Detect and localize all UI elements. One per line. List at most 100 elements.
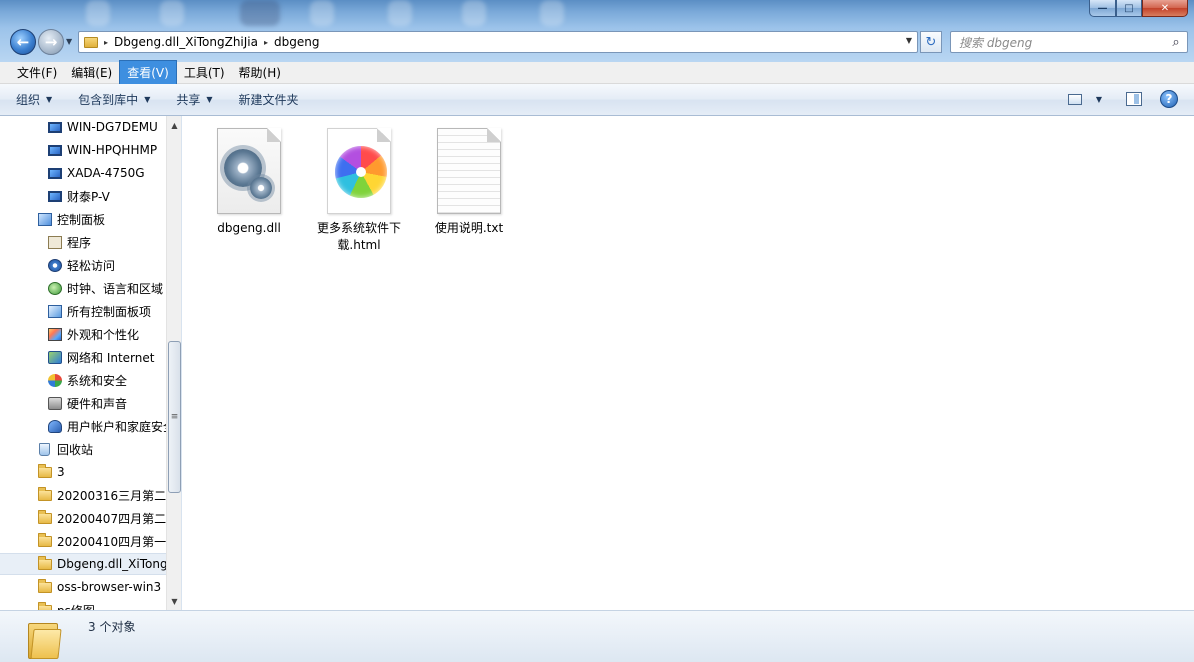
include-in-library-button[interactable]: 包含到库中 ▼ — [78, 91, 150, 108]
folder-icon — [38, 532, 52, 547]
scroll-down-button[interactable]: ▼ — [167, 594, 181, 608]
nav-item-label: oss-browser-win3 — [57, 580, 162, 594]
address-dropdown[interactable]: ▼ — [906, 36, 912, 45]
navigation-scrollbar[interactable]: ▲ ≡ ▼ — [166, 116, 181, 610]
nav-item-ease-of-access[interactable]: 轻松访问 — [0, 254, 166, 276]
file-list[interactable]: dbgeng.dll 更多系统软件下载.html 使用说明.txt — [183, 116, 1194, 610]
file-name: 更多系统软件下载.html — [316, 221, 401, 252]
menu-edit[interactable]: 编辑(E) — [64, 61, 119, 84]
system-security-icon — [48, 373, 62, 387]
menu-tools[interactable]: 工具(T) — [177, 61, 232, 84]
nav-item-folder[interactable]: ps修图 — [0, 599, 166, 610]
menu-view[interactable]: 查看(V) — [119, 60, 177, 85]
nav-item-network[interactable]: 网络和 Internet — [0, 346, 166, 368]
maximize-button[interactable]: □ — [1116, 0, 1142, 17]
nav-item-computer[interactable]: WIN-HPQHHMP — [0, 139, 166, 161]
gear-icon — [250, 177, 272, 199]
nav-item-control-panel[interactable]: 控制面板 — [0, 208, 166, 230]
chevron-down-icon: ▼ — [46, 95, 53, 104]
breadcrumb-separator[interactable]: ▸ — [264, 38, 268, 47]
nav-item-system-security[interactable]: 系统和安全 — [0, 369, 166, 391]
search-icon[interactable]: ⌕ — [1165, 35, 1187, 50]
search-input[interactable]: 搜索 dbgeng — [959, 34, 1165, 51]
change-view-icon[interactable] — [1067, 93, 1082, 105]
refresh-button[interactable]: ↻ — [920, 31, 942, 53]
new-folder-button[interactable]: 新建文件夹 — [239, 91, 299, 108]
organize-label: 组织 — [16, 93, 41, 107]
nav-item-label: 20200316三月第二 — [57, 488, 166, 503]
glass-reflection — [540, 0, 564, 26]
include-in-library-label: 包含到库中 — [78, 93, 139, 107]
nav-item-folder[interactable]: 20200410四月第一 — [0, 530, 166, 552]
scrollbar-thumb[interactable]: ≡ — [168, 341, 181, 493]
nav-item-label: WIN-HPQHHMP — [67, 143, 158, 157]
glass-reflection — [240, 0, 280, 26]
monitor-icon — [48, 190, 62, 202]
nav-item-folder-selected[interactable]: Dbgeng.dll_XiTongZhiJia — [0, 553, 166, 575]
status-bar: 3 个对象 — [0, 610, 1194, 662]
network-icon — [48, 350, 62, 364]
command-bar: 组织 ▼ 包含到库中 ▼ 共享 ▼ 新建文件夹 ▼ ? — [0, 84, 1194, 116]
nav-item-label: 系统和安全 — [67, 373, 128, 388]
nav-item-hardware-sound[interactable]: 硬件和声音 — [0, 392, 166, 414]
nav-item-label: 用户帐户和家庭安全 — [67, 419, 166, 434]
forward-button[interactable]: → — [38, 29, 64, 55]
share-button[interactable]: 共享 ▼ — [176, 91, 212, 108]
nav-item-all-control-panel[interactable]: 所有控制面板项 — [0, 300, 166, 322]
browser-html-icon — [327, 128, 391, 214]
folder-large-icon — [28, 619, 62, 659]
file-item-html[interactable]: 更多系统软件下载.html — [309, 128, 409, 254]
nav-item-recycle-bin[interactable]: 回收站 — [0, 438, 166, 460]
back-button[interactable]: ← — [10, 29, 36, 55]
nav-item-label: 所有控制面板项 — [67, 304, 152, 319]
file-item-txt[interactable]: 使用说明.txt — [419, 128, 519, 237]
nav-item-label: 控制面板 — [57, 212, 106, 227]
breadcrumb-segment[interactable]: dbgeng — [274, 35, 319, 49]
nav-item-computer[interactable]: 财泰P-V — [0, 185, 166, 207]
navigation-pane: WIN-DG7DEMU WIN-HPQHHMP XADA-4750G 财泰P-V… — [0, 116, 182, 610]
nav-item-folder[interactable]: 20200407四月第二 — [0, 507, 166, 529]
nav-item-folder[interactable]: 20200316三月第二 — [0, 484, 166, 506]
breadcrumb-separator[interactable]: ▸ — [104, 38, 108, 47]
nav-item-folder[interactable]: oss-browser-win3 — [0, 576, 166, 598]
nav-item-programs[interactable]: 程序 — [0, 231, 166, 253]
preview-pane-icon[interactable] — [1126, 92, 1142, 106]
file-name: 使用说明.txt — [434, 221, 504, 235]
nav-item-user-accounts[interactable]: 用户帐户和家庭安全 — [0, 415, 166, 437]
folder-icon — [38, 486, 52, 501]
nav-item-label: 网络和 Internet — [67, 350, 155, 365]
nav-item-computer[interactable]: WIN-DG7DEMU — [0, 116, 166, 138]
arrow-left-icon: ← — [16, 33, 30, 51]
view-options-dropdown[interactable]: ▼ — [1096, 95, 1102, 104]
refresh-icon: ↻ — [925, 34, 937, 50]
nav-item-computer[interactable]: XADA-4750G — [0, 162, 166, 184]
clock-region-icon — [48, 281, 62, 295]
nav-item-label: 回收站 — [57, 442, 94, 457]
menu-file[interactable]: 文件(F) — [10, 61, 64, 84]
nav-item-folder[interactable]: 3 — [0, 461, 166, 483]
glass-reflection — [388, 0, 412, 26]
programs-icon — [48, 235, 62, 249]
glass-reflection — [462, 0, 486, 26]
text-file-icon — [437, 128, 501, 214]
close-button[interactable]: ✕ — [1142, 0, 1188, 17]
help-icon[interactable]: ? — [1160, 90, 1178, 108]
scroll-up-button[interactable]: ▲ — [167, 118, 181, 132]
recycle-bin-icon — [39, 442, 50, 456]
search-box[interactable]: 搜索 dbgeng ⌕ — [950, 31, 1188, 53]
folder-icon — [38, 509, 52, 524]
organize-button[interactable]: 组织 ▼ — [16, 91, 52, 108]
pinwheel-logo-icon — [335, 146, 387, 198]
glass-reflection — [160, 0, 184, 26]
menu-help[interactable]: 帮助(H) — [232, 61, 288, 84]
glass-reflection — [86, 0, 110, 26]
nav-item-appearance[interactable]: 外观和个性化 — [0, 323, 166, 345]
nav-item-label: 程序 — [67, 235, 92, 250]
address-bar[interactable]: ▸ Dbgeng.dll_XiTongZhiJia ▸ dbgeng ▼ — [78, 31, 918, 53]
breadcrumb-segment[interactable]: Dbgeng.dll_XiTongZhiJia — [114, 35, 258, 49]
nav-item-clock-region[interactable]: 时钟、语言和区域 — [0, 277, 166, 299]
minimize-button[interactable]: — — [1089, 0, 1116, 17]
all-control-panel-icon — [48, 304, 62, 318]
recent-pages-dropdown[interactable]: ▼ — [66, 37, 72, 46]
file-item-dll[interactable]: dbgeng.dll — [199, 128, 299, 237]
